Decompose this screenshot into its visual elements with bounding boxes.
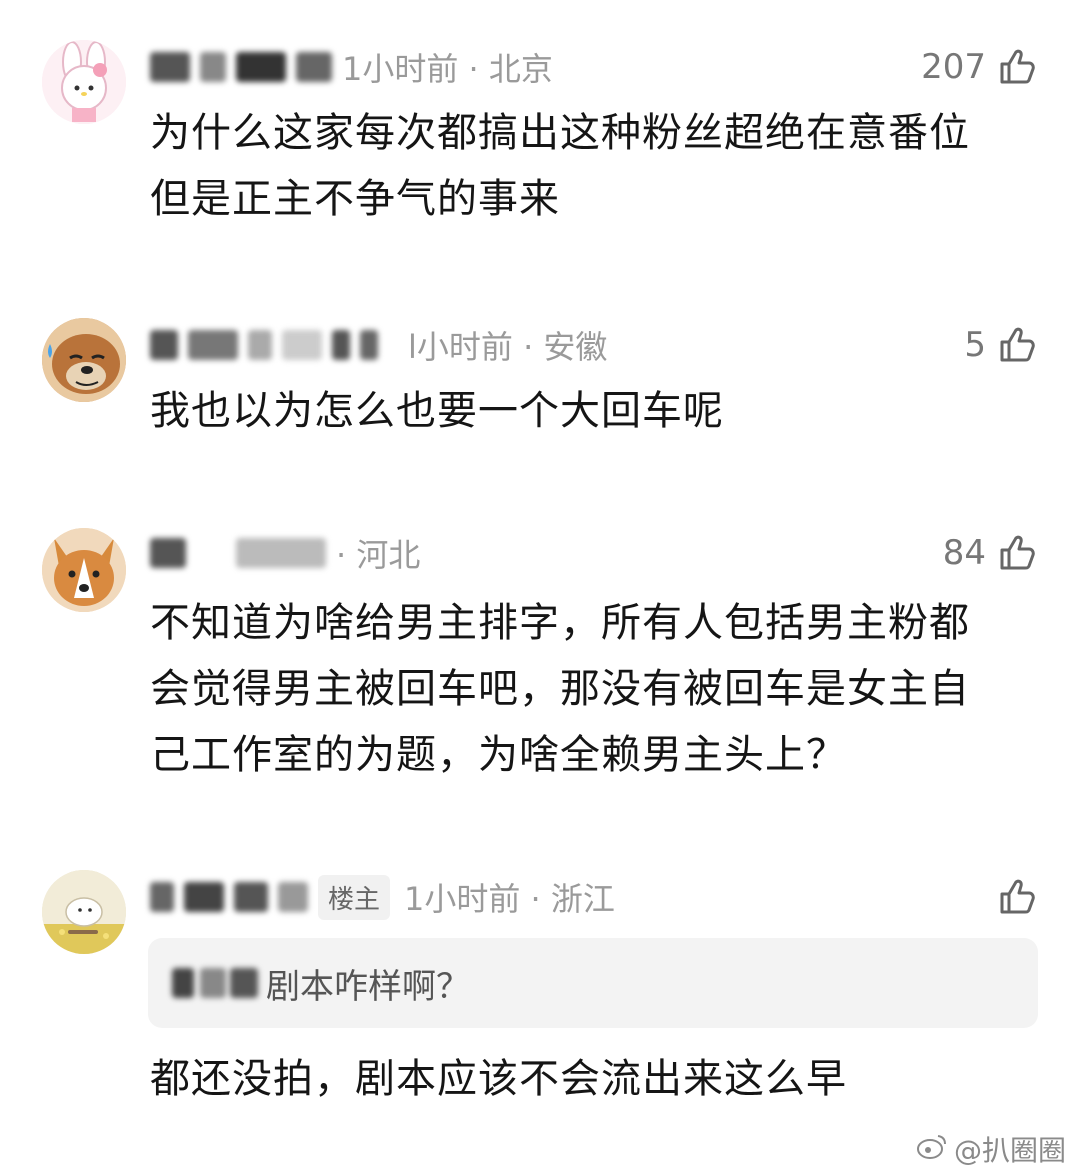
- comment-header: l小时前 · 安徽: [150, 320, 607, 370]
- username-redacted[interactable]: [230, 968, 258, 998]
- avatar-corgi-image: [42, 528, 126, 612]
- username-redacted[interactable]: [200, 968, 226, 998]
- quoted-reply[interactable]: 剧本咋样啊？: [148, 938, 1038, 1028]
- username-redacted[interactable]: [150, 52, 190, 82]
- comment-text-line: 己工作室的为题，为啥全赖男主头上？: [150, 732, 847, 778]
- username-redacted[interactable]: [184, 882, 224, 912]
- username-redacted[interactable]: [172, 968, 194, 998]
- username-redacted[interactable]: [332, 330, 350, 360]
- watermark: @扒圈圈: [916, 1129, 1066, 1169]
- username-redacted[interactable]: [282, 330, 322, 360]
- comment-meta: 1小时前 · 北京: [342, 50, 553, 88]
- op-badge: 楼主: [318, 874, 391, 920]
- comment-header: 1小时前 · 北京: [150, 42, 553, 92]
- username-redacted[interactable]: [248, 330, 272, 360]
- comment-text-line: 但是正主不争气的事来: [150, 176, 560, 222]
- thumbs-up-icon[interactable]: [996, 532, 1038, 574]
- like-count: 84: [942, 533, 986, 573]
- username-redacted[interactable]: [296, 52, 332, 82]
- like-button[interactable]: 84: [943, 528, 1038, 578]
- username-redacted[interactable]: [150, 538, 186, 568]
- avatar-illustration-image: [42, 870, 126, 954]
- thumbs-up-icon[interactable]: [996, 46, 1038, 88]
- comment-text: 不知道为啥给男主排字，所有人包括男主粉都 会觉得男主被回车吧，那没有被回车是女主…: [150, 590, 1040, 788]
- comment-meta: 1小时前 · 浙江: [404, 880, 615, 918]
- like-button[interactable]: 5: [964, 320, 1038, 370]
- avatar-melody-image: [42, 40, 126, 124]
- comment-text-line: 不知道为啥给男主排字，所有人包括男主粉都: [150, 600, 970, 646]
- comment-text-line: 都还没拍，剧本应该不会流出来这么早: [150, 1056, 847, 1102]
- comment-header: 楼主 1小时前 · 浙江: [150, 872, 615, 922]
- username-redacted[interactable]: [236, 52, 286, 82]
- comment-text: 我也以为怎么也要一个大回车呢: [150, 378, 1040, 444]
- avatar[interactable]: [42, 318, 126, 402]
- comment-text-line: 为什么这家每次都搞出这种粉丝超绝在意番位: [150, 110, 970, 156]
- avatar[interactable]: [42, 40, 126, 124]
- username-redacted[interactable]: [278, 882, 308, 912]
- comment-meta: l小时前 · 安徽: [408, 328, 608, 366]
- thumbs-up-icon[interactable]: [996, 876, 1038, 918]
- comment-meta: · 河北: [336, 536, 421, 574]
- username-redacted[interactable]: [150, 330, 178, 360]
- quoted-reply-text: 剧本咋样啊？: [266, 966, 470, 1007]
- comment-text: 都还没拍，剧本应该不会流出来这么早: [150, 1046, 1040, 1112]
- username-redacted[interactable]: [234, 882, 268, 912]
- avatar[interactable]: [42, 870, 126, 954]
- comment-text-line: 我也以为怎么也要一个大回车呢: [150, 388, 724, 434]
- thumbs-up-icon[interactable]: [996, 324, 1038, 366]
- like-count: 207: [921, 47, 986, 87]
- avatar-dog-meme-image: [42, 318, 126, 402]
- watermark-text: @扒圈圈: [953, 1134, 1066, 1167]
- like-button[interactable]: [996, 872, 1038, 922]
- weibo-logo-icon: [916, 1132, 948, 1167]
- comment-header: · 河北: [150, 528, 420, 578]
- avatar[interactable]: [42, 528, 126, 612]
- username-redacted[interactable]: [360, 330, 378, 360]
- like-button[interactable]: 207: [921, 42, 1038, 92]
- username-redacted[interactable]: [188, 330, 238, 360]
- username-redacted[interactable]: [236, 538, 326, 568]
- comment-text-line: 会觉得男主被回车吧，那没有被回车是女主自: [150, 666, 970, 712]
- username-redacted[interactable]: [200, 52, 226, 82]
- comment-text: 为什么这家每次都搞出这种粉丝超绝在意番位 但是正主不争气的事来: [150, 100, 1040, 232]
- username-redacted[interactable]: [150, 882, 174, 912]
- like-count: 5: [964, 325, 986, 365]
